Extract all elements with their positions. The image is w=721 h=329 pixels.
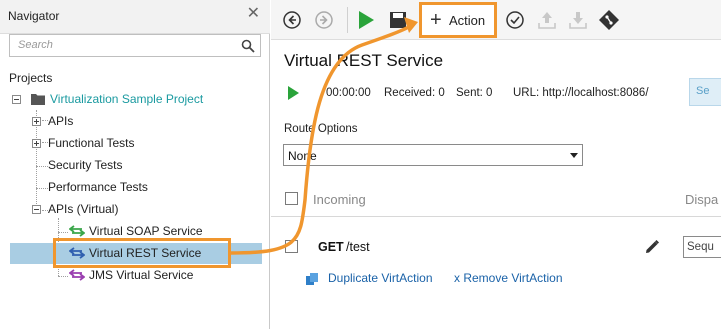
- expand-icon[interactable]: [32, 117, 41, 126]
- tree-item-label: Virtualization Sample Project: [50, 92, 204, 106]
- toolbar: + Action: [271, 0, 721, 40]
- service-title: Virtual REST Service: [284, 51, 444, 70]
- save-icon[interactable]: [387, 9, 409, 31]
- route-options-select[interactable]: None: [283, 144, 583, 166]
- navigator-panel: Navigator ✕ Search Projects Virtualizati…: [0, 0, 270, 329]
- navigator-title: Navigator: [8, 9, 60, 23]
- folder-icon: [31, 94, 45, 105]
- back-icon[interactable]: [281, 9, 303, 31]
- column-incoming: Incoming: [313, 192, 366, 207]
- chevron-down-icon: [570, 153, 578, 158]
- tree-item-security-tests[interactable]: Security Tests: [48, 155, 122, 175]
- upload-icon[interactable]: [536, 9, 558, 31]
- forward-icon[interactable]: [313, 9, 335, 31]
- row-method: GET: [318, 240, 344, 254]
- download-icon[interactable]: [567, 9, 589, 31]
- status-row: 00:00:00 Received: 0 Sent: 0 URL: http:/…: [271, 84, 721, 104]
- received-count: Received: 0: [384, 87, 445, 99]
- tree-item-label: Functional Tests: [48, 136, 135, 150]
- plus-icon: +: [430, 9, 442, 31]
- service-editor: + Action Virtual REST Service 00:00:00 R…: [271, 0, 721, 329]
- virtual-soap-icon: [69, 225, 85, 237]
- search-input[interactable]: Search: [9, 34, 261, 57]
- run-icon[interactable]: [288, 86, 299, 100]
- settings-button-label: Se: [696, 85, 710, 97]
- virtual-jms-icon: [69, 269, 85, 281]
- tree-item-label: Security Tests: [48, 158, 123, 172]
- collapse-icon[interactable]: [32, 205, 41, 214]
- settings-button[interactable]: Se: [689, 78, 721, 106]
- navigator-header: Navigator ✕: [0, 0, 270, 34]
- tree-item-label: JMS Virtual Service: [89, 268, 194, 282]
- row-path: /test: [346, 240, 370, 254]
- service-url: URL: http://localhost:8086/: [513, 87, 649, 99]
- search-placeholder: Search: [18, 39, 53, 51]
- search-icon[interactable]: [241, 39, 255, 53]
- action-button-label: Action: [449, 13, 486, 28]
- close-icon[interactable]: ✕: [247, 6, 260, 22]
- tree-item-label: Performance Tests: [48, 180, 148, 194]
- tree-item-label: APIs (Virtual): [48, 202, 119, 216]
- select-all-checkbox[interactable]: [285, 192, 298, 205]
- git-icon[interactable]: [598, 9, 620, 31]
- actions-grid-header: Incoming Dispa: [271, 180, 721, 217]
- tree-item-performance-tests[interactable]: Performance Tests: [48, 177, 148, 197]
- edit-icon[interactable]: [643, 238, 661, 256]
- tree-item-label: APIs: [48, 114, 74, 128]
- add-action-button[interactable]: + Action: [419, 2, 497, 38]
- row-checkbox[interactable]: [285, 240, 298, 253]
- duplicate-virtaction-link[interactable]: Duplicate VirtAction: [328, 271, 433, 285]
- play-icon[interactable]: [355, 9, 377, 31]
- route-options-value: None: [288, 149, 317, 163]
- dispatch-value: Sequ: [687, 241, 714, 253]
- route-options-label: Route Options: [284, 123, 358, 135]
- check-icon[interactable]: [504, 9, 526, 31]
- sent-count: Sent: 0: [456, 87, 493, 99]
- duplicate-icon: [306, 273, 318, 285]
- collapse-icon[interactable]: [12, 95, 21, 104]
- callout-highlight-box: [53, 238, 231, 268]
- remove-virtaction-link[interactable]: x Remove VirtAction: [454, 271, 563, 285]
- expand-icon[interactable]: [32, 139, 41, 148]
- dispatch-select[interactable]: Sequ: [683, 236, 721, 258]
- elapsed-time: 00:00:00: [326, 87, 371, 99]
- table-row: GET /test Sequ Duplicate VirtAction x Re…: [271, 228, 721, 298]
- projects-label: Projects: [9, 71, 53, 85]
- column-dispatch: Dispa: [685, 192, 719, 207]
